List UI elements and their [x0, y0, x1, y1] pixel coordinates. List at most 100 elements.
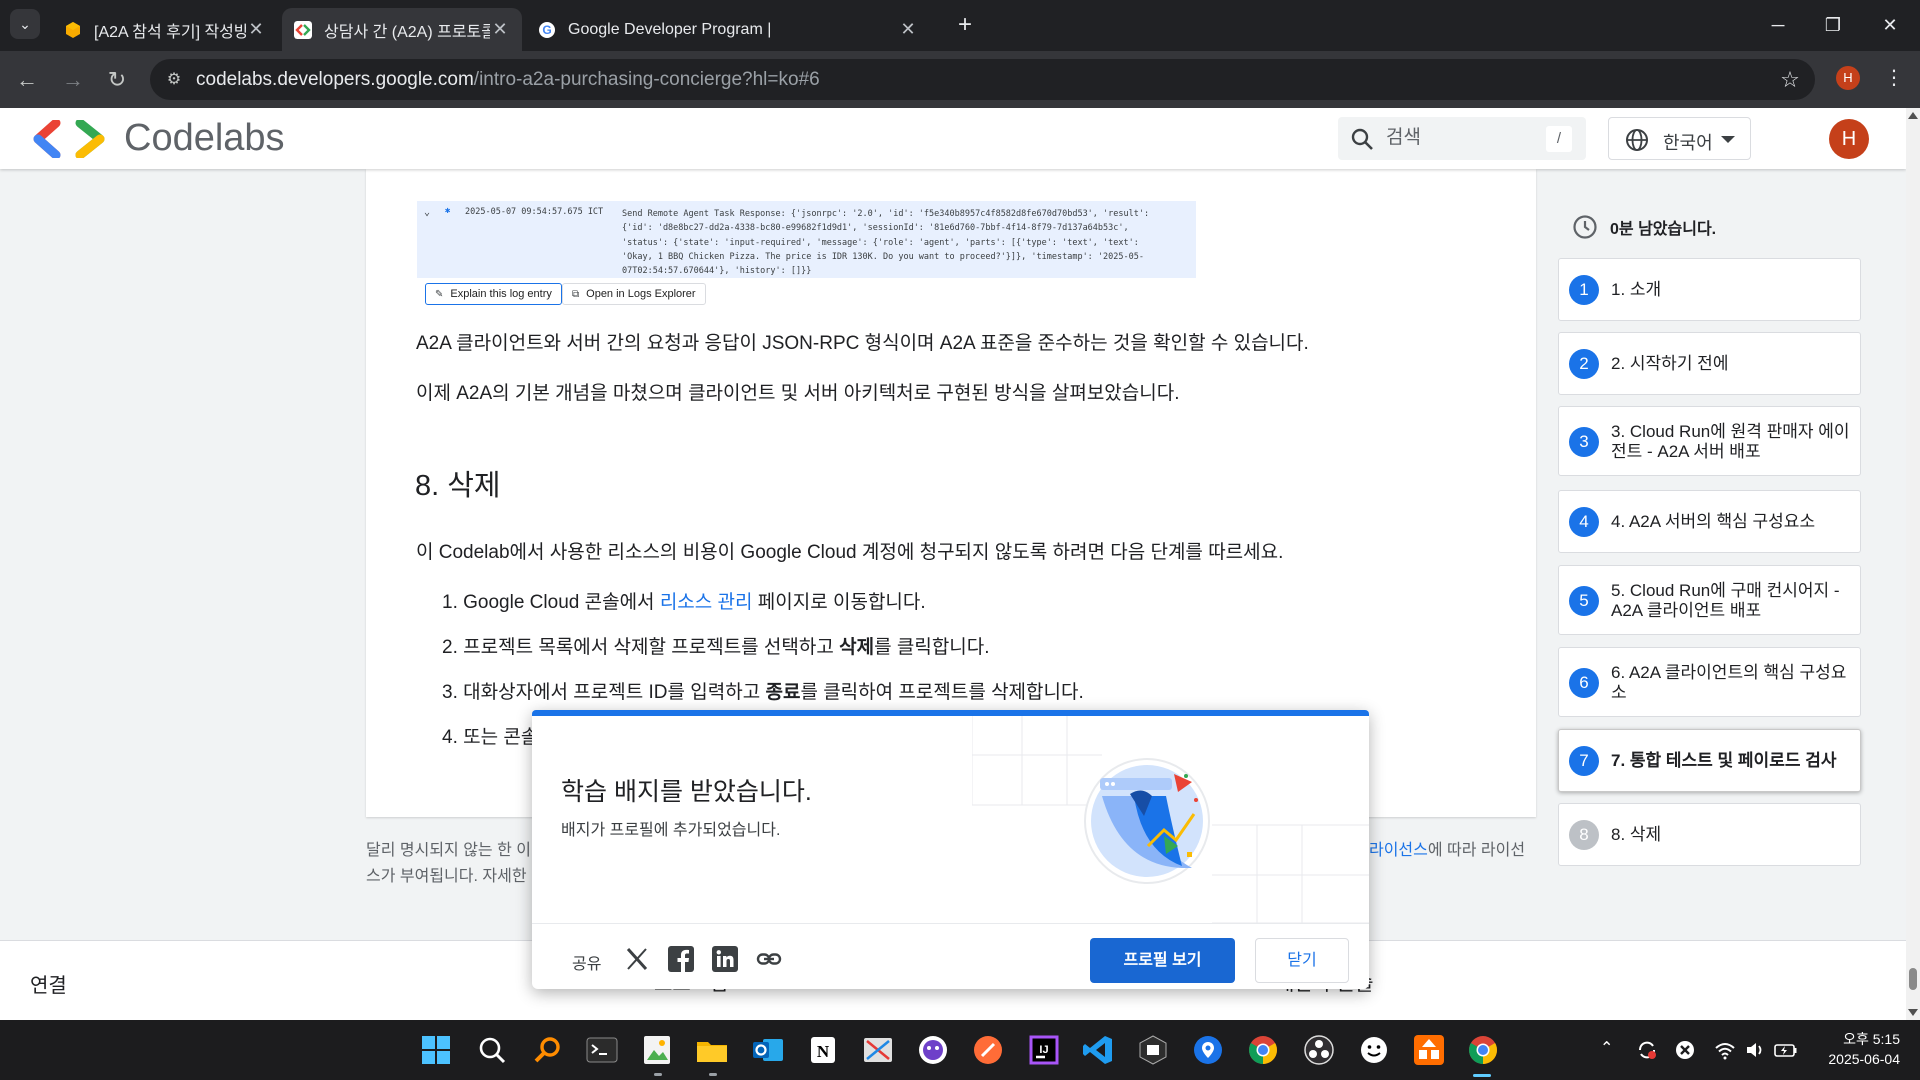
- page-scrollbar[interactable]: [1906, 108, 1920, 1020]
- tab-search-chevron-icon[interactable]: ⌄: [10, 9, 40, 39]
- step-item-5[interactable]: 5 5. Cloud Run에 구매 컨시어지 - A2A 클라이언트 배포: [1558, 565, 1861, 635]
- taskbar-time[interactable]: 오후 5:15: [1830, 1029, 1900, 1049]
- scroll-up-arrow-icon[interactable]: [1908, 112, 1918, 119]
- snipping-tool-icon[interactable]: [861, 1033, 895, 1067]
- bookmark-star-icon[interactable]: ☆: [1777, 67, 1803, 93]
- step-item-1[interactable]: 1 1. 소개: [1558, 258, 1861, 321]
- orange-blocks-app-icon[interactable]: [1412, 1033, 1446, 1067]
- step-label: 4. A2A 서버의 핵심 구성요소: [1611, 512, 1816, 531]
- site-search[interactable]: /: [1338, 117, 1586, 160]
- language-selector[interactable]: 한국어: [1608, 117, 1751, 160]
- step-label: 7. 통합 테스트 및 페이로드 검사: [1611, 751, 1837, 770]
- google-favicon-icon: G: [539, 21, 555, 38]
- tray-close-app-icon[interactable]: [1674, 1039, 1696, 1061]
- reload-icon[interactable]: ↻: [101, 64, 133, 96]
- sync-icon[interactable]: [1636, 1039, 1658, 1061]
- restore-icon[interactable]: ❐: [1813, 10, 1853, 40]
- view-profile-button[interactable]: 프로필 보기: [1090, 938, 1235, 983]
- step-number: 7: [1569, 746, 1599, 776]
- tab-close-icon[interactable]: ✕: [246, 19, 266, 40]
- step-label: 2. 시작하기 전에: [1611, 354, 1729, 373]
- file-explorer-icon[interactable]: [695, 1033, 729, 1067]
- section-heading: 8. 삭제: [415, 470, 501, 502]
- windows-start-icon[interactable]: [419, 1033, 453, 1067]
- copy-link-icon[interactable]: [756, 946, 782, 972]
- user-avatar[interactable]: H: [1829, 119, 1869, 159]
- step-item-3[interactable]: 3 3. Cloud Run에 원격 판매자 에이전트 - A2A 서버 배포: [1558, 406, 1861, 476]
- tab-close-icon[interactable]: ✕: [490, 19, 510, 40]
- browser-tab-a2a-codelab[interactable]: 상담사 간 (A2A) 프로토콜 시작 ✕: [282, 8, 522, 51]
- browser-menu-icon[interactable]: ⋮: [1880, 64, 1908, 92]
- step-item-6[interactable]: 6 6. A2A 클라이언트의 핵심 구성요소: [1558, 647, 1861, 717]
- address-bar[interactable]: ⚙ codelabs.developers.google.com/intro-a…: [150, 59, 1815, 100]
- step-number: 6: [1569, 668, 1599, 698]
- step-item-2[interactable]: 2 2. 시작하기 전에: [1558, 332, 1861, 395]
- browser-tab-google-developer-program[interactable]: G Google Developer Program | ✕: [526, 8, 930, 51]
- codelabs-logo-icon[interactable]: [28, 120, 112, 158]
- log-message: Send Remote Agent Task Response: {'jsonr…: [622, 209, 1150, 277]
- chrome-icon[interactable]: [1246, 1033, 1280, 1067]
- step-number: 8: [1569, 820, 1599, 850]
- browser-profile-avatar[interactable]: H: [1836, 66, 1860, 90]
- scrollbar-thumb[interactable]: [1909, 968, 1917, 990]
- resource-manager-link[interactable]: 리소스 관리: [660, 592, 753, 613]
- site-info-icon[interactable]: ⚙: [162, 68, 186, 92]
- vscode-icon[interactable]: [1081, 1033, 1115, 1067]
- step-number: 3: [1569, 427, 1599, 457]
- browser-tab-a2a-review[interactable]: [A2A 참석 후기] 작성방법 및 E ✕: [52, 8, 278, 51]
- scroll-down-arrow-icon[interactable]: [1908, 1009, 1918, 1016]
- tray-overflow-chevron-icon[interactable]: ⌃: [1600, 1038, 1613, 1058]
- step-label: 3. Cloud Run에 원격 판매자 에이전트 - A2A 서버 배포: [1611, 422, 1850, 461]
- linkedin-share-icon[interactable]: [712, 946, 738, 972]
- tab-close-icon[interactable]: ✕: [898, 19, 918, 40]
- volume-icon[interactable]: [1744, 1039, 1766, 1061]
- image-editor-icon[interactable]: [640, 1033, 674, 1067]
- log-timestamp: 2025-05-07 09:54:57.675 ICT: [465, 207, 604, 217]
- svg-text:IJ: IJ: [1039, 1044, 1048, 1056]
- clock-icon: [1573, 215, 1597, 239]
- emoji-app-icon[interactable]: [1357, 1033, 1391, 1067]
- outlook-icon[interactable]: [751, 1033, 785, 1067]
- github-desktop-icon[interactable]: [916, 1033, 950, 1067]
- active-app-indicator: [1473, 1074, 1491, 1077]
- battery-charging-icon[interactable]: [1774, 1040, 1798, 1060]
- wifi-icon[interactable]: [1714, 1039, 1736, 1061]
- sparkle-chat-icon: ✎: [435, 288, 444, 300]
- cleanup-step-2: 2. 프로젝트 목록에서 삭제할 프로젝트를 선택하고 삭제를 클릭합니다.: [442, 637, 990, 658]
- tab-title: 상담사 간 (A2A) 프로토콜 시작: [324, 23, 490, 41]
- step-item-4[interactable]: 4 4. A2A 서버의 핵심 구성요소: [1558, 490, 1861, 553]
- language-label: 한국어: [1663, 133, 1713, 153]
- tab-title: Google Developer Program |: [568, 20, 772, 38]
- terminal-icon[interactable]: [585, 1033, 619, 1067]
- maps-pin-icon[interactable]: [1191, 1033, 1225, 1067]
- step-navigation: 0분 남았습니다. 1 1. 소개 2 2. 시작하기 전에 3 3. Clou…: [1557, 169, 1906, 939]
- url-text[interactable]: codelabs.developers.google.com/intro-a2a…: [196, 69, 820, 91]
- everything-search-icon[interactable]: [531, 1033, 565, 1067]
- x-twitter-share-icon[interactable]: [624, 946, 650, 972]
- minimize-icon[interactable]: ─: [1758, 10, 1798, 40]
- notion-icon[interactable]: N: [806, 1033, 840, 1067]
- dark-app-icon[interactable]: [1136, 1033, 1170, 1067]
- close-dialog-button[interactable]: 닫기: [1255, 938, 1349, 983]
- facebook-share-icon[interactable]: [668, 946, 694, 972]
- taskbar-search-icon[interactable]: [475, 1033, 509, 1067]
- step-item-7-current[interactable]: 7 7. 통합 테스트 및 페이로드 검사: [1558, 729, 1861, 792]
- new-tab-plus-icon[interactable]: +: [950, 10, 980, 40]
- back-arrow-icon[interactable]: ←: [11, 64, 43, 96]
- taskbar-date[interactable]: 2025-06-04: [1808, 1051, 1900, 1067]
- step-item-8[interactable]: 8 8. 삭제: [1558, 803, 1861, 866]
- obs-studio-icon[interactable]: [1302, 1033, 1336, 1067]
- forward-arrow-icon[interactable]: →: [57, 64, 89, 96]
- window-close-icon[interactable]: ✕: [1870, 10, 1910, 40]
- postman-icon[interactable]: [971, 1033, 1005, 1067]
- learning-badge-illustration: [1084, 758, 1210, 884]
- license-link[interactable]: 라이선스: [1369, 842, 1428, 859]
- chrome-active-icon[interactable]: [1466, 1033, 1500, 1067]
- search-input[interactable]: [1386, 123, 1536, 153]
- codelabs-logo-text[interactable]: Codelabs: [124, 117, 285, 160]
- step-label: 5. Cloud Run에 구매 컨시어지 - A2A 클라이언트 배포: [1611, 581, 1840, 620]
- jetbrains-icon[interactable]: IJ: [1027, 1033, 1061, 1067]
- open-external-icon: ⧉: [572, 288, 580, 300]
- browser-toolbar: ← → ↻ ⚙ codelabs.developers.google.com/i…: [0, 51, 1920, 108]
- step-number: 2: [1569, 349, 1599, 379]
